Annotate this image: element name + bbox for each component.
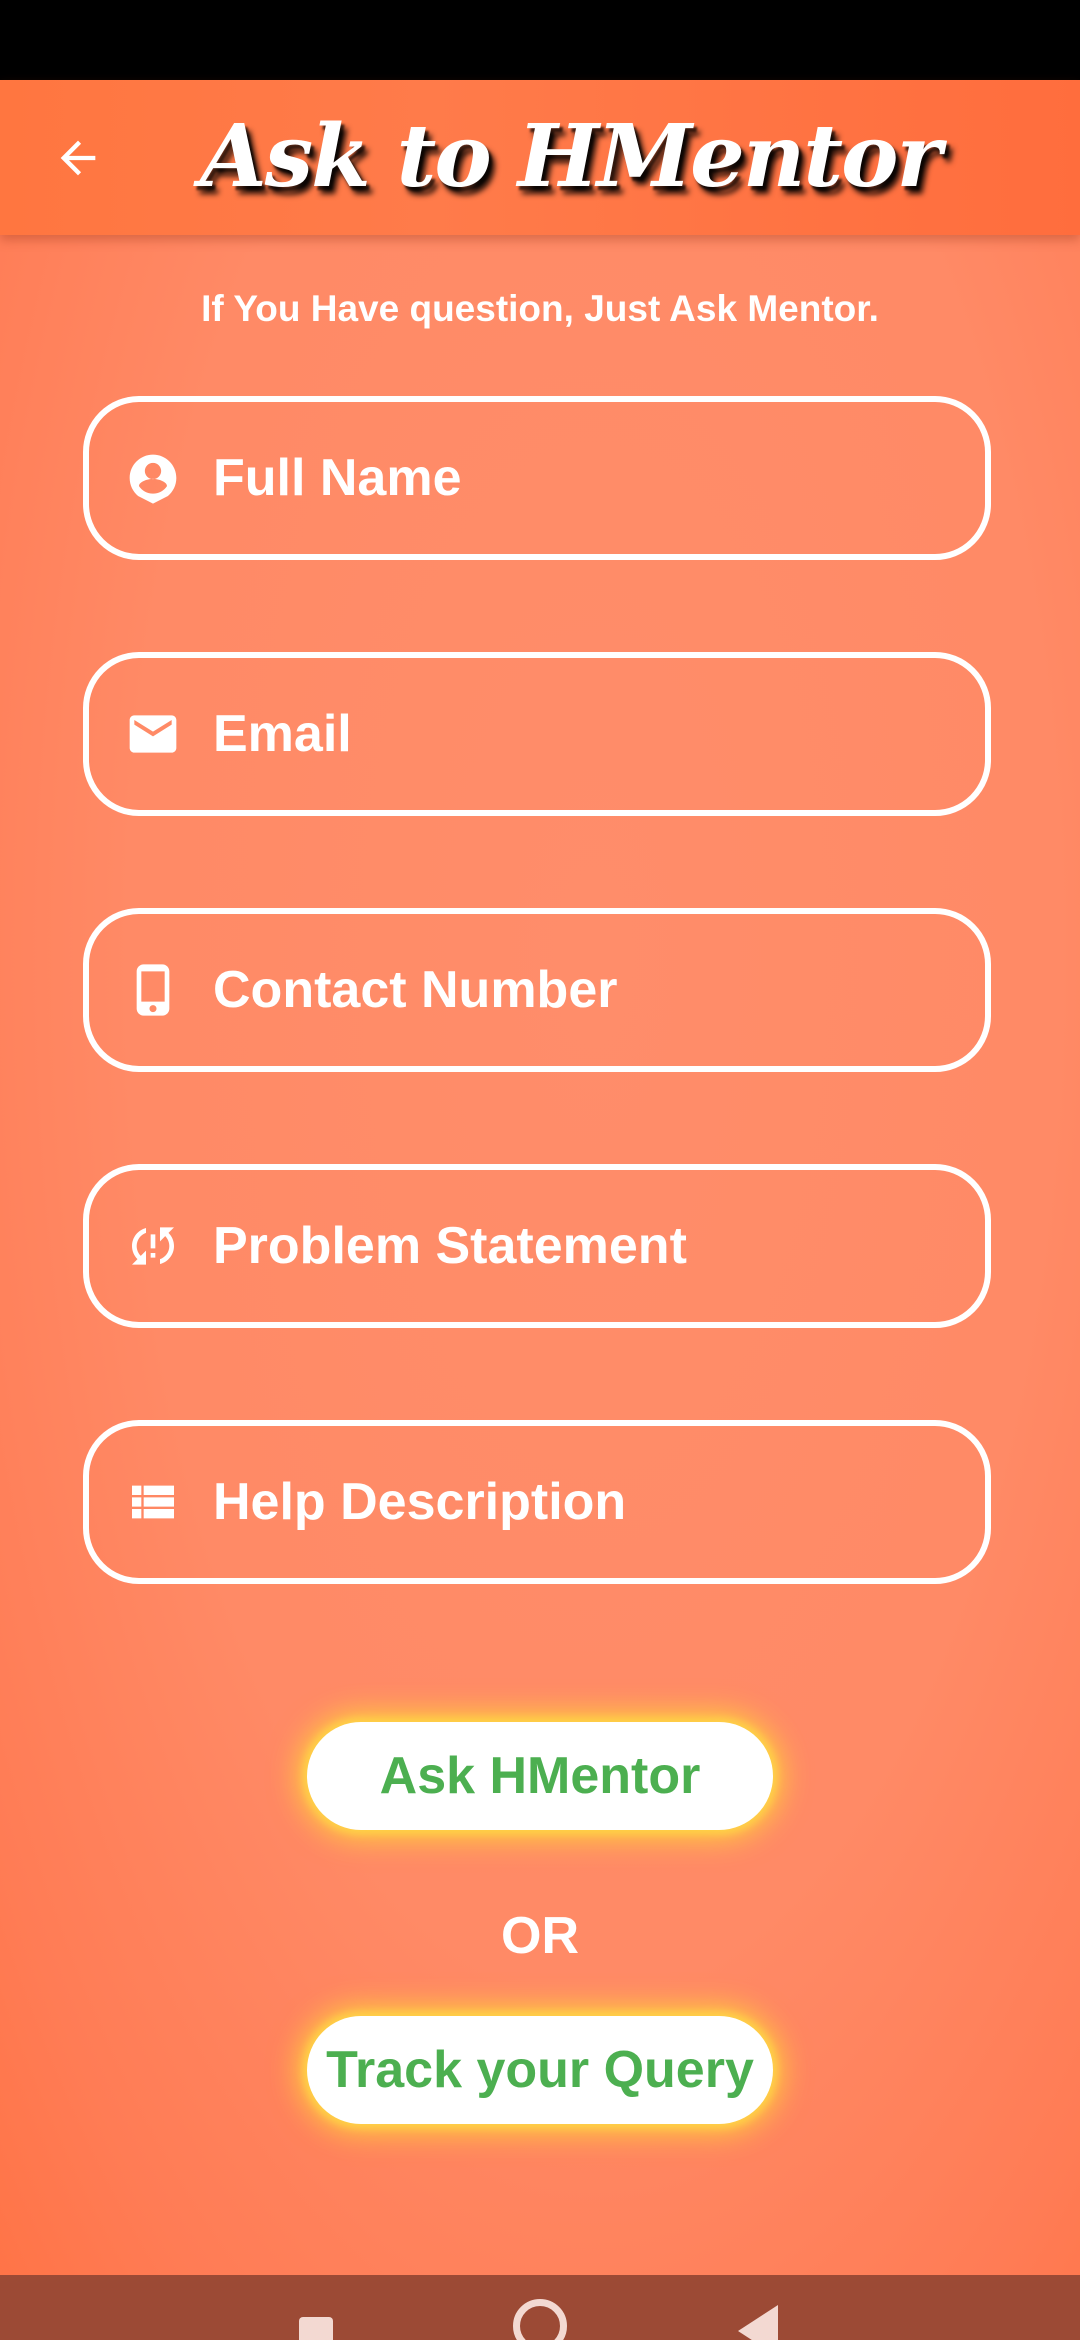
email-placeholder: Email (213, 705, 352, 763)
contact-number-placeholder: Contact Number (213, 961, 618, 1019)
status-bar (0, 0, 1080, 80)
phone-icon (125, 962, 181, 1018)
contact-number-field[interactable]: Contact Number (83, 908, 991, 1072)
app-title: Ask to HMentor (200, 106, 942, 207)
arrow-left-icon (60, 140, 95, 175)
account-circle-icon (125, 450, 181, 506)
or-separator: OR (501, 1907, 579, 1965)
app-bar: Ask to HMentor (0, 80, 1080, 235)
back-triangle-icon[interactable] (738, 2305, 778, 2340)
recents-icon[interactable] (299, 2317, 333, 2340)
home-icon[interactable] (513, 2299, 567, 2340)
track-query-button[interactable]: Track your Query (307, 2016, 773, 2124)
problem-statement-placeholder: Problem Statement (213, 1217, 687, 1275)
problem-statement-field[interactable]: Problem Statement (83, 1164, 991, 1328)
full-name-placeholder: Full Name (213, 449, 462, 507)
problem-sync-icon (125, 1218, 181, 1274)
list-icon (125, 1474, 181, 1530)
page-subtitle: If You Have question, Just Ask Mentor. (201, 288, 879, 329)
email-field[interactable]: Email (83, 652, 991, 816)
full-name-field[interactable]: Full Name (83, 396, 991, 560)
email-icon (125, 706, 181, 762)
back-button[interactable] (40, 120, 115, 195)
system-navigation-bar (0, 2275, 1080, 2340)
ask-mentor-screen: Ask to HMentor If You Have question, Jus… (0, 80, 1080, 2275)
ask-hmentor-button[interactable]: Ask HMentor (307, 1722, 773, 1830)
help-description-field[interactable]: Help Description (83, 1420, 991, 1584)
help-description-placeholder: Help Description (213, 1473, 627, 1531)
